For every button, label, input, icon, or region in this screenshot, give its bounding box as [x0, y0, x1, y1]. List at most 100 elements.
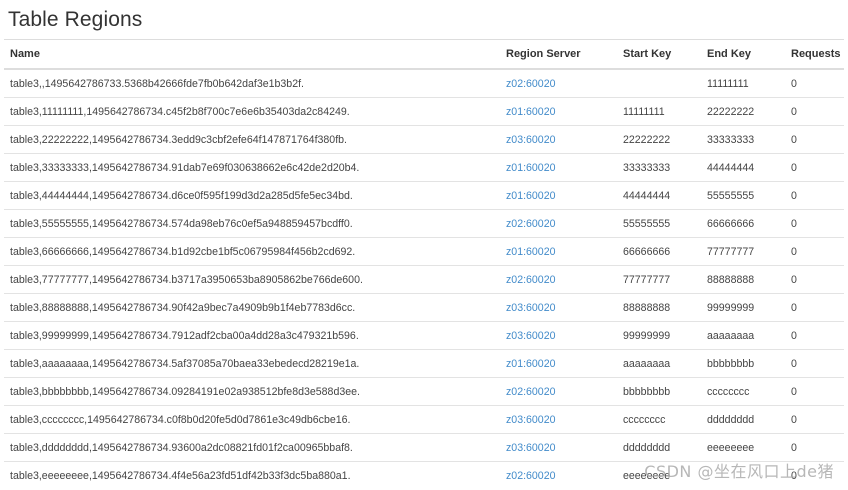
start-key-cell: 88888888 — [617, 293, 701, 322]
requests-cell: 0 — [791, 77, 797, 90]
region-server-cell: z03:60020 — [500, 125, 617, 154]
table-row: table3,bbbbbbbb,1495642786734.09284191e0… — [4, 377, 844, 406]
end-key-cell: 99999999 — [701, 293, 785, 322]
requests-cell: 0 — [785, 321, 844, 350]
region-server-link[interactable]: z02:60020 — [506, 78, 555, 90]
end-key-cell: 44444444 — [701, 153, 785, 182]
header-requests[interactable]: Requests — [785, 39, 844, 70]
table-row: table3,44444444,1495642786734.d6ce0f595f… — [4, 181, 844, 210]
end-key-cell: cccccccc — [701, 377, 785, 406]
region-server-cell: z02:60020 — [500, 69, 617, 98]
requests-cell: 0 — [785, 153, 844, 182]
region-server-link[interactable]: z01:60020 — [506, 162, 555, 174]
region-name-cell: table3,77777777,1495642786734.b3717a3950… — [4, 265, 500, 294]
end-key-cell: bbbbbbbb — [701, 349, 785, 378]
region-name-cell: table3,22222222,1495642786734.3edd9c3cbf… — [4, 125, 500, 154]
start-key-cell: bbbbbbbb — [617, 377, 701, 406]
region-server-cell: z01:60020 — [500, 349, 617, 378]
region-server-link[interactable]: z03:60020 — [506, 330, 555, 342]
watermark: CSDN @坐在风口上de猪 — [644, 462, 834, 481]
table-row: table3,,1495642786733.5368b42666fde7fb0b… — [4, 69, 844, 98]
table-row: table3,77777777,1495642786734.b3717a3950… — [4, 265, 844, 294]
region-server-link[interactable]: z03:60020 — [506, 442, 555, 454]
region-server-link[interactable]: z02:60020 — [506, 470, 555, 482]
region-name-cell: table3,bbbbbbbb,1495642786734.09284191e0… — [4, 377, 500, 406]
start-key-cell: 22222222 — [617, 125, 701, 154]
region-server-link[interactable]: z02:60020 — [506, 274, 555, 286]
region-server-cell: z03:60020 — [500, 433, 617, 462]
region-name-cell: table3,,1495642786733.5368b42666fde7fb0b… — [10, 77, 304, 90]
end-key-cell: 88888888 — [701, 265, 785, 294]
region-server-link[interactable]: z01:60020 — [506, 190, 555, 202]
requests-cell: 0 — [785, 125, 844, 154]
region-server-link[interactable]: z01:60020 — [506, 358, 555, 370]
requests-cell: 0 — [785, 265, 844, 294]
start-key-cell: 11111111 — [617, 97, 701, 126]
region-server-cell: z01:60020 — [500, 153, 617, 182]
region-server-link[interactable]: z03:60020 — [506, 134, 555, 146]
requests-cell: 0 — [785, 237, 844, 266]
region-server-link[interactable]: z03:60020 — [506, 414, 555, 426]
start-key-cell: 77777777 — [617, 265, 701, 294]
table-row: table3,55555555,1495642786734.574da98eb7… — [4, 209, 844, 238]
region-server-cell: z03:60020 — [500, 405, 617, 434]
requests-cell: 0 — [785, 293, 844, 322]
region-server-link[interactable]: z03:60020 — [506, 302, 555, 314]
table-row: table3,66666666,1495642786734.b1d92cbe1b… — [4, 237, 844, 266]
region-name-cell: table3,88888888,1495642786734.90f42a9bec… — [4, 293, 500, 322]
region-server-cell: z02:60020 — [500, 461, 617, 489]
table-row: table3,88888888,1495642786734.90f42a9bec… — [4, 293, 844, 322]
region-server-cell: z03:60020 — [500, 321, 617, 350]
end-key-cell: dddddddd — [701, 405, 785, 434]
region-name-cell: table3,dddddddd,1495642786734.93600a2dc0… — [4, 433, 500, 462]
region-server-cell: z02:60020 — [500, 377, 617, 406]
start-key-cell: 44444444 — [617, 181, 701, 210]
table-row: table3,cccccccc,1495642786734.c0f8b0d20f… — [4, 405, 844, 434]
table-row: table3,11111111,1495642786734.c45f2b8f70… — [4, 97, 844, 126]
start-key-cell: 55555555 — [617, 209, 701, 238]
end-key-cell: 33333333 — [701, 125, 785, 154]
region-name-cell: table3,11111111,1495642786734.c45f2b8f70… — [4, 97, 500, 126]
region-server-cell: z01:60020 — [500, 237, 617, 266]
start-key-cell: 66666666 — [617, 237, 701, 266]
region-server-cell: z02:60020 — [500, 209, 617, 238]
region-server-link[interactable]: z01:60020 — [506, 106, 555, 118]
end-key-cell: 22222222 — [701, 97, 785, 126]
requests-cell: 0 — [785, 377, 844, 406]
region-server-cell: z02:60020 — [500, 265, 617, 294]
header-region-server[interactable]: Region Server — [500, 39, 617, 70]
region-name-cell: table3,33333333,1495642786734.91dab7e69f… — [4, 153, 500, 182]
region-name-cell: table3,aaaaaaaa,1495642786734.5af37085a7… — [4, 349, 500, 378]
page-title: Table Regions — [8, 8, 143, 31]
region-name-cell: table3,66666666,1495642786734.b1d92cbe1b… — [4, 237, 500, 266]
end-key-cell: 77777777 — [701, 237, 785, 266]
header-end-key[interactable]: End Key — [701, 39, 785, 70]
table-header-row: Name Region Server Start Key End Key Req… — [4, 39, 844, 70]
regions-table: Name Region Server Start Key End Key Req… — [4, 39, 844, 489]
region-server-link[interactable]: z02:60020 — [506, 386, 555, 398]
end-key-cell: aaaaaaaa — [701, 321, 785, 350]
region-name-cell: table3,44444444,1495642786734.d6ce0f595f… — [4, 181, 500, 210]
end-key-cell: 11111111 — [707, 77, 749, 90]
requests-cell: 0 — [785, 209, 844, 238]
start-key-cell: aaaaaaaa — [617, 349, 701, 378]
table-row: table3,33333333,1495642786734.91dab7e69f… — [4, 153, 844, 182]
requests-cell: 0 — [785, 181, 844, 210]
table-row: table3,22222222,1495642786734.3edd9c3cbf… — [4, 125, 844, 154]
region-server-link[interactable]: z02:60020 — [506, 218, 555, 230]
start-key-cell: 33333333 — [617, 153, 701, 182]
end-key-cell: 55555555 — [701, 181, 785, 210]
header-name[interactable]: Name — [4, 39, 500, 70]
region-name-cell: table3,eeeeeeee,1495642786734.4f4e56a23f… — [4, 461, 500, 489]
start-key-cell: 99999999 — [617, 321, 701, 350]
header-start-key[interactable]: Start Key — [617, 39, 701, 70]
end-key-cell: 66666666 — [701, 209, 785, 238]
region-name-cell: table3,99999999,1495642786734.7912adf2cb… — [4, 321, 500, 350]
region-name-cell: table3,cccccccc,1495642786734.c0f8b0d20f… — [4, 405, 500, 434]
table-row: table3,aaaaaaaa,1495642786734.5af37085a7… — [4, 349, 844, 378]
start-key-cell: cccccccc — [617, 405, 701, 434]
requests-cell: 0 — [785, 405, 844, 434]
start-key-cell — [617, 69, 701, 98]
region-server-cell: z01:60020 — [500, 97, 617, 126]
region-server-link[interactable]: z01:60020 — [506, 246, 555, 258]
